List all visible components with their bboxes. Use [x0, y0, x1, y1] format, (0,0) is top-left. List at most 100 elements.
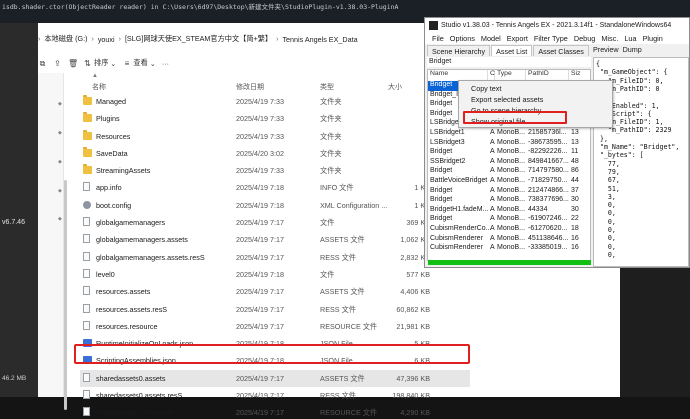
file-date: 2025/4/19 7:17 [236, 321, 284, 331]
asset-row[interactable]: Bridget A MonoB... 714797580... 86 [428, 167, 590, 177]
asset-size: 86 [571, 167, 579, 175]
menu-lua[interactable]: Lua [624, 34, 636, 43]
share-icon[interactable]: ⇪ [53, 59, 62, 68]
file-row[interactable]: globalgamemanagers 2025/4/19 7:17 文件 369 KB [80, 214, 470, 231]
file-type: ASSETS 文件 [320, 235, 365, 245]
file-row[interactable]: resources.assets 2025/4/19 7:17 ASSETS 文件 4… [80, 283, 470, 300]
file-name: sharedassets0.resource [96, 408, 173, 418]
asset-row[interactable]: BattleVoiceBridget A MonoB... -71829750... 4… [428, 177, 590, 187]
list-column-size[interactable]: Siz [569, 70, 590, 80]
column-header-type[interactable]: 类型 [320, 82, 334, 92]
highlight-box-sharedassets [74, 344, 470, 364]
tab-preview[interactable]: Preview [593, 45, 619, 55]
menu-file[interactable]: File [432, 34, 444, 43]
dump-line: "m_GameObject": { [596, 68, 668, 77]
scroll-up-icon[interactable]: ▲ [92, 73, 98, 79]
file-row[interactable]: level0 2025/4/19 7:18 文件 577 KB [80, 266, 470, 283]
tab-dump[interactable]: Dump [623, 45, 642, 55]
file-row[interactable]: Plugins 2025/4/19 7:33 文件夹 [80, 110, 470, 127]
asset-row[interactable]: LSBridget3 A MonoB... -38673595... 13 [428, 138, 590, 149]
asset-row[interactable]: Bridget A MonoB... 212474866... 37 [428, 186, 590, 197]
dump-line: 0, [596, 242, 616, 251]
file-icon [83, 320, 90, 330]
dump-line: 77, [596, 159, 620, 168]
file-row[interactable]: StreamingAssets 2025/4/19 7:33 文件夹 [80, 162, 470, 179]
tab-scene-hierarchy[interactable]: Scene Hierarchy [427, 45, 491, 56]
menu-plugin[interactable]: Plugin [643, 34, 663, 43]
asset-name: BattleVoiceBridget [430, 177, 488, 184]
tab-asset-list[interactable]: Asset List [491, 45, 533, 56]
asset-size: 13 [571, 138, 579, 146]
scrollbar[interactable] [64, 180, 67, 410]
list-column-name[interactable]: Name [428, 70, 488, 80]
asset-name: SSBridget2 [430, 157, 466, 165]
file-row[interactable]: Resources 2025/4/19 7:33 文件夹 [80, 128, 470, 145]
list-column-pathid[interactable]: PathID [526, 70, 569, 80]
pin-icon[interactable]: ◆ [58, 188, 63, 194]
delete-icon[interactable]: 🗑 [68, 59, 78, 68]
asset-row[interactable]: CubismRenderer A MonoB... -33385019... 16 [428, 244, 590, 254]
tab-asset-classes[interactable]: Asset Classes [533, 45, 589, 56]
menu-item-copy-text[interactable]: Copy text [471, 84, 501, 93]
menu-model[interactable]: Model [481, 34, 501, 43]
asset-type: MonoB... [497, 157, 526, 165]
breadcrumb-drive[interactable]: 本地磁盘 (G:) [44, 34, 87, 44]
asset-filter-input[interactable]: Bridget [427, 57, 591, 67]
status-size: 46.2 MB [2, 375, 27, 382]
pin-icon[interactable]: ◆ [58, 101, 63, 107]
file-row[interactable]: Managed 2025/4/19 7:33 文件夹 [80, 93, 470, 110]
asset-pathid: 738377696... [528, 196, 569, 204]
asset-row[interactable]: CubismRenderer A MonoB... 451138646... 16 [428, 235, 590, 245]
breadcrumb[interactable]: › 本地磁盘 (G:) › youxi › [SLG]网球天使EX_STEAM官… [38, 32, 428, 46]
asset-name: Bridget [430, 100, 453, 108]
menu-item-export-selected[interactable]: Export selected assets [471, 95, 543, 104]
list-column-type[interactable]: Type [495, 70, 526, 80]
menu-debug[interactable]: Debug [574, 34, 596, 43]
asset-row[interactable]: BridgetH1.fadeM... A MonoB... 44334 30 [428, 206, 590, 216]
left-background-window: v6.7.46 46.2 MB [0, 23, 38, 397]
file-row[interactable]: globalgamemanagers.assets 2025/4/19 7:17 A… [80, 231, 470, 248]
menu-filter-type[interactable]: Filter Type [534, 34, 568, 43]
asset-row[interactable]: LSBridget1 A MonoB... 21585736l... 13 [428, 129, 590, 139]
file-row[interactable]: sharedassets0.assets.resS 2025/4/19 7:17 R… [80, 387, 470, 404]
asset-type: MonoB... [497, 167, 526, 175]
asset-row[interactable]: CubismRenderCo... A MonoB... -61270620... 18 [428, 225, 590, 235]
asset-row[interactable]: Bridget A MonoB... -82292226... 11 [428, 148, 590, 158]
list-column-c[interactable]: C [488, 70, 495, 80]
breadcrumb-data-folder[interactable]: Tennis Angels EX_Data [282, 35, 357, 44]
asset-row[interactable]: SSBridget2 A MonoB... 849841667... 48 [428, 157, 590, 168]
more-options-button[interactable]: ··· [162, 59, 169, 68]
column-header-name[interactable]: 名称 [92, 82, 106, 92]
studio-title-bar[interactable]: Studio v1.38.03 - Tennis Angels EX - 202… [425, 18, 689, 32]
menu-options[interactable]: Options [450, 34, 475, 43]
file-row[interactable]: globalgamemanagers.assets.resS 2025/4/19 … [80, 249, 470, 266]
asset-pathid: 212474866... [528, 186, 569, 194]
breadcrumb-game-folder[interactable]: [SLG]网球天使EX_STEAM官方中文【简+繁】 [125, 34, 272, 44]
file-row[interactable]: sharedassets0.assets 2025/4/19 7:17 ASSETS… [80, 369, 470, 388]
dump-line: 67, [596, 176, 620, 185]
column-header-date[interactable]: 修改日期 [236, 82, 264, 92]
file-row[interactable]: SaveData 2025/4/20 3:02 文件夹 [80, 145, 470, 162]
highlight-box-show-original [463, 111, 567, 124]
file-name: globalgamemanagers.assets [96, 235, 188, 245]
file-size: 1,062 KB [400, 235, 430, 245]
asset-row[interactable]: Bridget A MonoB... 738377696... 30 [428, 196, 590, 206]
file-row[interactable]: app.info 2025/4/19 7:18 INFO 文件 1 KB [80, 179, 470, 196]
menu-export[interactable]: Export [507, 34, 528, 43]
sort-button[interactable]: ⇅ 排序 ⌄ [83, 58, 116, 68]
file-type: 文件 [320, 269, 335, 279]
breadcrumb-youxi[interactable]: youxi [98, 35, 115, 44]
copy-icon[interactable]: ⧉ [38, 59, 47, 68]
column-header-size[interactable]: 大小 [388, 82, 402, 92]
file-row[interactable]: resources.assets.resS 2025/4/19 7:17 RESS … [80, 301, 470, 318]
file-row[interactable]: resources.resource 2025/4/19 7:17 RESOURCE… [80, 318, 470, 335]
pin-icon[interactable]: ◆ [58, 159, 63, 165]
asset-row[interactable]: Bridget A MonoB... -61907246... 22 [428, 215, 590, 225]
file-row[interactable]: sharedassets0.resource 2025/4/19 7:17 RESO… [80, 404, 470, 419]
menu-misc[interactable]: Misc. [601, 34, 618, 43]
file-row[interactable]: boot.config 2025/4/19 7:18 XML Configurati… [80, 197, 470, 214]
view-button[interactable]: ≡ 查看 ⌄ [122, 58, 156, 68]
pin-icon[interactable]: ◆ [58, 130, 63, 136]
dump-line: 0, [596, 201, 616, 210]
pin-icon[interactable]: ◆ [58, 216, 63, 222]
